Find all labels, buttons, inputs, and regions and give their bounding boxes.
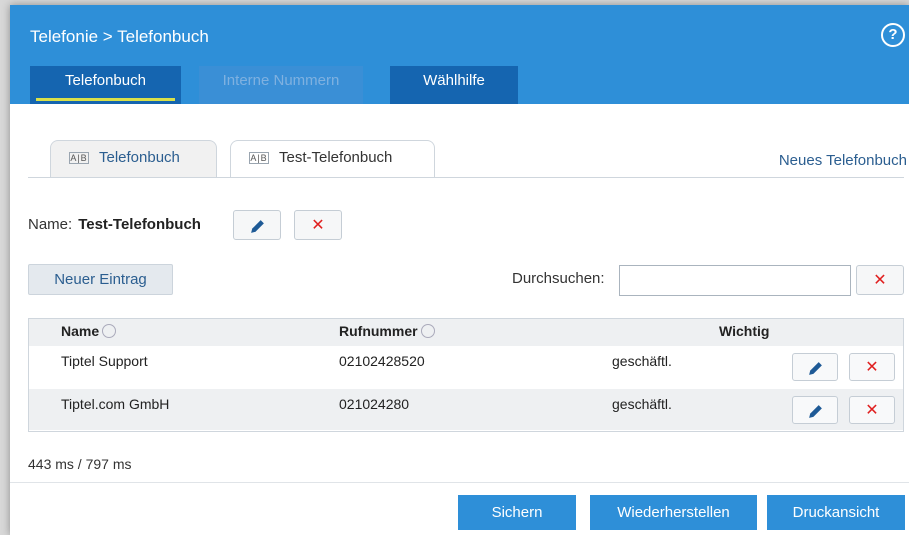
phonebook-table: Name Rufnummer Wichtig Tiptel Support 02… [28, 318, 904, 432]
column-header-number[interactable]: Rufnummer [339, 323, 435, 339]
app-window: Telefonie > Telefonbuch ? Telefonbuch In… [10, 5, 909, 535]
timing-info: 443 ms / 797 ms [28, 456, 132, 472]
delete-entry-button[interactable]: ✕ [849, 353, 895, 381]
close-icon: ✕ [311, 217, 325, 234]
sort-icon [420, 324, 435, 338]
header-bar: Telefonie > Telefonbuch ? Telefonbuch In… [10, 5, 909, 104]
new-entry-button[interactable]: Neuer Eintrag [28, 264, 173, 295]
entry-name: Tiptel.com GmbH [61, 396, 170, 412]
new-phonebook-link[interactable]: Neues Telefonbuch [779, 152, 907, 169]
entry-name: Tiptel Support [61, 353, 148, 369]
address-book-icon: A|B [69, 152, 89, 164]
edit-entry-button[interactable] [792, 353, 838, 381]
print-view-button[interactable]: Druckansicht [767, 495, 905, 530]
footer-divider [10, 482, 909, 483]
close-icon: ✕ [865, 359, 879, 376]
tab-interne-nummern: Interne Nummern [199, 66, 363, 104]
tab-divider [28, 177, 904, 178]
pencil-icon [808, 404, 822, 418]
main-content: A|B Telefonbuch A|B Test-Telefonbuch Neues… [10, 104, 909, 535]
column-label: Name [61, 323, 100, 339]
tab-waehlhilfe[interactable]: Wählhilfe [390, 66, 518, 104]
breadcrumb: Telefonie > Telefonbuch [30, 27, 209, 46]
restore-button[interactable]: Wiederherstellen [590, 495, 757, 530]
entry-number: 021024280 [339, 396, 410, 412]
delete-entry-button[interactable]: ✕ [849, 396, 895, 424]
pencil-icon [250, 219, 264, 233]
address-book-icon: A|B [249, 152, 269, 164]
table-row: Tiptel Support 02102428520 geschäftl. ✕ [29, 346, 903, 387]
close-icon: ✕ [873, 272, 887, 289]
tab-telefonbuch[interactable]: Telefonbuch [30, 66, 181, 104]
column-header-name[interactable]: Name [61, 323, 117, 339]
entry-type: geschäftl. [612, 353, 672, 369]
column-label: Rufnummer [339, 323, 418, 339]
help-icon[interactable]: ? [881, 23, 905, 47]
book-tab-test-telefonbuch[interactable]: A|B Test-Telefonbuch [230, 140, 435, 178]
search-label: Durchsuchen: [512, 270, 605, 287]
entry-number: 02102428520 [339, 353, 425, 369]
book-tab-telefonbuch[interactable]: A|B Telefonbuch [50, 140, 217, 177]
phonebook-name: Test-Telefonbuch [78, 216, 201, 233]
sort-icon [102, 324, 117, 338]
name-row: Name: Test-Telefonbuch [28, 210, 201, 240]
save-button[interactable]: Sichern [458, 495, 576, 530]
edit-entry-button[interactable] [792, 396, 838, 424]
entry-type: geschäftl. [612, 396, 672, 412]
search-input[interactable] [619, 265, 851, 296]
pencil-icon [808, 361, 822, 375]
book-tab-label: Telefonbuch [99, 149, 180, 166]
clear-search-button[interactable]: ✕ [856, 265, 904, 295]
edit-name-button[interactable] [233, 210, 281, 240]
book-tab-label: Test-Telefonbuch [279, 149, 393, 166]
table-header: Name Rufnummer Wichtig [29, 319, 903, 346]
table-row: Tiptel.com GmbH 021024280 geschäftl. ✕ [29, 389, 903, 430]
close-icon: ✕ [865, 402, 879, 419]
name-label: Name: [28, 216, 73, 233]
delete-phonebook-button[interactable]: ✕ [294, 210, 342, 240]
column-header-important: Wichtig [719, 323, 770, 339]
